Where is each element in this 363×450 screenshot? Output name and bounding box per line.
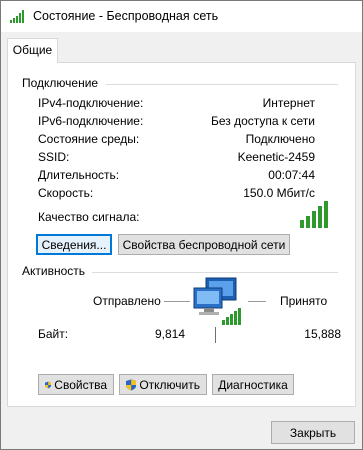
disable-button[interactable]: Отключить [119,374,207,395]
duration-label: Длительность: [38,168,120,182]
window-title: Состояние - Беспроводная сеть [33,9,219,23]
sent-line [164,301,190,302]
shield-icon [126,378,137,391]
shield-icon [45,381,52,388]
general-panel: Подключение IPv4-подключение: Интернет I… [7,62,356,407]
signal-quality-label: Качество сигнала: [38,210,140,224]
properties-button[interactable]: Свойства [38,374,114,395]
status-window: Состояние - Беспроводная сеть Общие Подк… [0,0,363,450]
properties-label: Свойства [54,377,107,392]
network-computers-icon [193,277,241,325]
bytes-label: Байт: [38,327,69,341]
bytes-received-value: 15,888 [304,327,341,341]
ipv6-value: Без доступа к сети [211,114,315,128]
duration-value: 00:07:44 [268,168,315,182]
activity-heading: Активность [22,264,86,278]
speed-label: Скорость: [38,186,94,200]
title-bar[interactable]: Состояние - Беспроводная сеть [1,1,362,32]
signal-strength-bars [300,201,328,228]
tab-general[interactable]: Общие [7,38,58,63]
wireless-properties-button[interactable]: Свойства беспроводной сети [118,234,290,255]
ipv4-value: Интернет [262,96,315,110]
ssid-value: Keenetic-2459 [237,150,315,164]
speed-value: 150.0 Мбит/с [243,186,315,200]
sent-label: Отправлено [93,294,161,308]
close-button[interactable]: Закрыть [271,421,355,444]
media-state-value: Подключено [245,132,315,146]
diagnose-button[interactable]: Диагностика [212,374,294,395]
bytes-separator [215,327,216,343]
ipv6-label: IPv6-подключение: [38,114,144,128]
media-state-label: Состояние среды: [38,132,140,146]
received-line [248,301,266,302]
details-button[interactable]: Сведения... [36,234,112,255]
wifi-signal-icon [10,10,24,23]
ipv4-label: IPv4-подключение: [38,96,144,110]
connection-divider [106,84,338,85]
activity-divider [92,272,338,273]
connection-heading: Подключение [22,76,99,90]
ssid-label: SSID: [38,150,70,164]
received-label: Принято [280,294,328,308]
bytes-sent-value: 9,814 [154,327,185,341]
disable-label: Отключить [139,377,200,392]
